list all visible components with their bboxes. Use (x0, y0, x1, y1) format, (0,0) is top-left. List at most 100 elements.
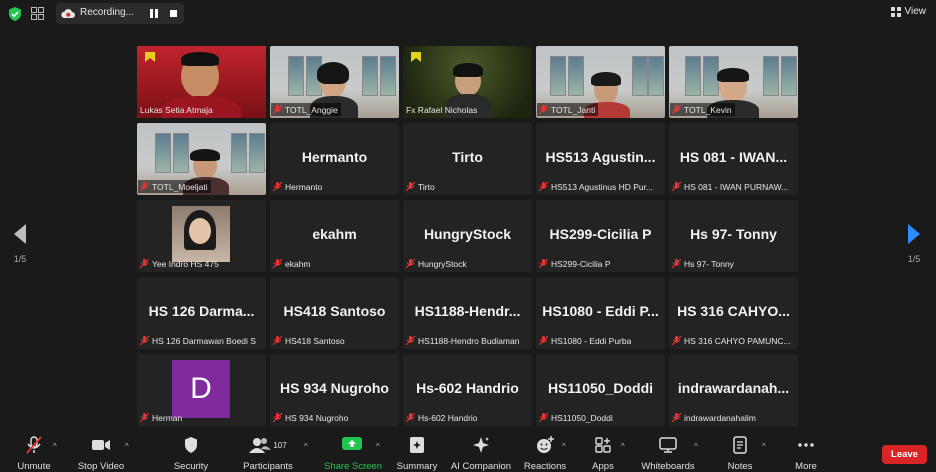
participant-name: indrawardanahalim (684, 412, 756, 423)
leave-button[interactable]: Leave (882, 445, 927, 464)
video-tile[interactable]: TOTL_Kevin (669, 46, 798, 118)
profile-photo (172, 206, 230, 262)
participant-display-name: Hs-602 Handrio (416, 380, 519, 396)
video-tile[interactable]: TOTL_Moeljati (137, 123, 266, 195)
video-tile[interactable]: HS513 Agustin... HS513 Agustinus HD Pur.… (536, 123, 665, 195)
video-tile[interactable]: HS418 Santoso HS418 Santoso (270, 277, 399, 349)
video-tile[interactable]: HS 934 Nugroho HS 934 Nugroho (270, 354, 399, 426)
muted-mic-icon (273, 259, 282, 268)
muted-mic-icon (539, 413, 548, 422)
video-tile[interactable]: HS 316 CAHYO... HS 316 CAHYO PAMUNC... (669, 277, 798, 349)
pause-recording-icon[interactable] (150, 9, 158, 18)
mic-muted-icon (26, 436, 42, 454)
stop-recording-icon[interactable] (170, 10, 177, 17)
security-label: Security (173, 461, 209, 472)
whiteboards-options-caret[interactable]: ^ (694, 442, 698, 451)
share-options-caret[interactable]: ^ (376, 442, 380, 451)
participant-name: Hs-602 Handrio (418, 412, 478, 423)
reactions-options-caret[interactable]: ^ (562, 442, 566, 451)
security-button[interactable]: Security (171, 436, 211, 472)
cloud-record-icon (61, 9, 75, 18)
sparkle-icon (473, 437, 489, 453)
video-tile[interactable]: HS11050_Doddi HS11050_Doddi (536, 354, 665, 426)
participant-display-name: ekahm (312, 226, 357, 242)
muted-mic-icon (539, 259, 548, 268)
video-tile[interactable]: D Herman (137, 354, 266, 426)
video-tile[interactable]: Tirto Tirto (403, 123, 532, 195)
participant-name: HS 126 Darmawan Boedi S (152, 335, 256, 346)
participant-display-name: HS 081 - IWAN... (679, 149, 788, 165)
apps-button[interactable]: Apps (586, 436, 620, 472)
video-tile[interactable]: Hs 97- Tonny Hs 97- Tonny (669, 200, 798, 272)
muted-mic-icon (539, 105, 548, 114)
video-tile[interactable]: Hermanto Hermanto (270, 123, 399, 195)
top-bar: Recording... View (0, 0, 936, 28)
summary-icon (410, 437, 424, 453)
reaction-emoji-icon (537, 436, 554, 453)
participants-button[interactable]: 107 Participants (242, 436, 294, 472)
video-tile[interactable]: indrawardanah... indrawardanahalim (669, 354, 798, 426)
muted-mic-icon (273, 413, 282, 422)
apps-options-caret[interactable]: ^ (621, 442, 625, 451)
video-tile[interactable]: HS 081 - IWAN... HS 081 - IWAN PURNAW... (669, 123, 798, 195)
video-tile[interactable]: HS1080 - Eddi P... HS1080 - Eddi Purba (536, 277, 665, 349)
video-tile[interactable]: TOTL_Anggie (270, 46, 399, 118)
participant-name: HS 081 - IWAN PURNAW... (684, 181, 789, 192)
audio-options-caret[interactable]: ^ (53, 442, 57, 451)
next-page-button[interactable]: 1/5 (904, 224, 924, 264)
whiteboard-icon (659, 437, 677, 453)
share-screen-label: Share Screen (324, 461, 383, 472)
unmute-button[interactable]: Unmute (12, 436, 56, 472)
video-options-caret[interactable]: ^ (125, 442, 129, 451)
whiteboards-button[interactable]: Whiteboards (640, 436, 696, 472)
video-tile[interactable]: HS299-Cicilia P HS299-Cicilia P (536, 200, 665, 272)
participant-name: HS513 Agustinus HD Pur... (551, 181, 654, 192)
video-tile[interactable]: Yee Indro HS 475 (137, 200, 266, 272)
muted-mic-icon (140, 182, 149, 191)
participant-display-name: HS1188-Hendr... (414, 303, 521, 319)
arrow-right-icon (908, 224, 920, 244)
participant-name: TOTL_Moeljati (152, 181, 208, 192)
notes-button[interactable]: Notes (722, 436, 758, 472)
muted-mic-icon (140, 413, 149, 422)
view-button[interactable]: View (890, 6, 927, 17)
grid-icon[interactable] (31, 7, 44, 20)
stop-video-button[interactable]: Stop Video (76, 436, 126, 472)
avatar: D (172, 360, 230, 418)
video-tile[interactable]: Fx Rafael Nicholas (403, 46, 532, 118)
apps-icon (595, 437, 611, 453)
more-label: More (795, 461, 817, 472)
video-tile[interactable]: HS1188-Hendr... HS1188-Hendro Budiaman (403, 277, 532, 349)
notes-icon (733, 436, 747, 454)
more-button[interactable]: More (788, 436, 824, 472)
participant-name: TOTL_Kevin (684, 104, 732, 115)
participant-name: HungryStock (418, 258, 467, 269)
participant-name: Herman (152, 412, 183, 423)
ai-companion-label: AI Companion (450, 461, 512, 472)
whiteboards-label: Whiteboards (641, 461, 695, 472)
video-tile[interactable]: HS 126 Darma... HS 126 Darmawan Boedi S (137, 277, 266, 349)
video-tile[interactable]: HungryStock HungryStock (403, 200, 532, 272)
ai-companion-button[interactable]: AI Companion (450, 436, 512, 472)
notes-options-caret[interactable]: ^ (762, 442, 766, 451)
video-tile[interactable]: ekahm ekahm (270, 200, 399, 272)
muted-mic-icon (672, 259, 681, 268)
muted-mic-icon (672, 182, 681, 191)
participant-name: TOTL_Janti (551, 104, 596, 115)
summary-button[interactable]: Summary (396, 436, 438, 472)
participants-options-caret[interactable]: ^ (304, 442, 308, 451)
participant-name: TOTL_Anggie (285, 104, 338, 115)
shield-icon[interactable] (8, 7, 22, 21)
muted-mic-icon (273, 182, 282, 191)
participant-display-name: HS 126 Darma... (148, 303, 255, 319)
video-tile[interactable]: Lukas Setia Atmaja (137, 46, 266, 118)
muted-mic-icon (539, 182, 548, 191)
share-screen-button[interactable]: Share Screen (324, 436, 383, 472)
participant-name: Yee Indro HS 475 (152, 258, 219, 269)
view-label: View (904, 6, 927, 17)
prev-page-button[interactable]: 1/5 (10, 224, 30, 264)
participant-display-name: Hs 97- Tonny (690, 226, 777, 242)
video-tile[interactable]: TOTL_Janti (536, 46, 665, 118)
view-grid-icon (890, 6, 901, 17)
video-tile[interactable]: Hs-602 Handrio Hs-602 Handrio (403, 354, 532, 426)
